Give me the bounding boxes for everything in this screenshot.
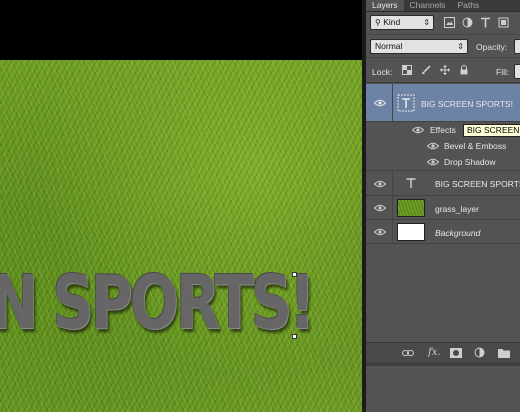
layers-list: BIG SCREEN SPORTS! Effects Bevel & Embos…: [366, 84, 520, 342]
eye-icon[interactable]: [427, 142, 439, 150]
grass-image: N SPORTS!: [0, 60, 362, 412]
adjustment-icon[interactable]: [474, 347, 485, 358]
layer-name: BIG SCREEN SPORTS!: [435, 179, 520, 189]
search-icon: ⚲: [375, 18, 381, 27]
eye-icon[interactable]: [374, 99, 386, 107]
type-layer-icon: [406, 178, 416, 188]
fill-label: Fill:: [496, 67, 510, 77]
document-canvas[interactable]: N SPORTS!: [0, 0, 366, 412]
effect-name: Bevel & Emboss: [444, 141, 507, 151]
updown-arrow-icon: ⇕: [423, 18, 430, 27]
visibility-column-divider: [392, 171, 393, 195]
canvas-text-layer[interactable]: N SPORTS!: [0, 260, 316, 346]
layer-row[interactable]: BIG SCREEN SPORTS!: [366, 171, 520, 196]
lock-row: Lock: Fill:: [366, 59, 520, 83]
mask-icon[interactable]: [450, 348, 462, 358]
opacity-label: Opacity:: [476, 42, 508, 52]
visibility-column-divider: [392, 84, 393, 121]
shape-filter-icon[interactable]: [498, 17, 509, 28]
layer-thumbnail: [397, 199, 425, 217]
filter-row: ⚲ Kind ⇕: [366, 12, 520, 34]
kind-label: Kind: [383, 17, 401, 27]
folder-icon[interactable]: [498, 348, 510, 358]
eye-icon[interactable]: [374, 204, 386, 212]
eye-icon[interactable]: [374, 180, 386, 188]
visibility-column-divider: [392, 196, 393, 219]
lock-position-move-icon[interactable]: [440, 65, 450, 75]
layer-name: grass_layer: [435, 204, 479, 214]
blend-row: Normal ⇕ Opacity:: [366, 34, 520, 58]
tab-paths[interactable]: Paths: [451, 0, 485, 11]
tab-channels[interactable]: Channels: [404, 0, 452, 11]
effect-name: Drop Shadow: [444, 157, 496, 167]
lock-transparent-icon[interactable]: [402, 65, 412, 75]
image-filter-icon[interactable]: [444, 17, 455, 28]
blend-mode-select[interactable]: Normal ⇕: [370, 39, 468, 54]
smart-object-thumbnail-icon: [397, 94, 415, 112]
eye-icon[interactable]: [412, 126, 424, 134]
layer-name: Background: [435, 228, 481, 238]
lock-all-padlock-icon[interactable]: [459, 65, 469, 75]
eye-icon[interactable]: [374, 228, 386, 236]
lock-pixels-brush-icon[interactable]: [421, 65, 431, 75]
link-icon[interactable]: [402, 349, 414, 357]
effect-row-drop-shadow[interactable]: Drop Shadow: [366, 154, 520, 171]
layer-row[interactable]: BIG SCREEN SPORTS!: [366, 84, 520, 122]
blend-mode-value: Normal: [375, 41, 403, 51]
layer-row[interactable]: Background: [366, 220, 520, 244]
layer-row[interactable]: grass_layer: [366, 196, 520, 220]
tooltip: BIG SCREEN SPORTS!: [463, 124, 520, 137]
eye-icon[interactable]: [427, 158, 439, 166]
type-filter-icon[interactable]: [480, 17, 491, 28]
opacity-field[interactable]: [514, 39, 520, 54]
adjustment-filter-icon[interactable]: [462, 17, 473, 28]
transform-handle[interactable]: [292, 272, 297, 277]
layer-thumbnail: [397, 223, 425, 241]
kind-filter-select[interactable]: ⚲ Kind ⇕: [370, 15, 434, 30]
panel-tabs: Layers Channels Paths: [366, 0, 520, 12]
effects-label: Effects: [430, 125, 456, 135]
fx-icon[interactable]: fx.: [428, 347, 441, 359]
tab-layers[interactable]: Layers: [366, 0, 404, 11]
transform-handle[interactable]: [292, 334, 297, 339]
panel-footer: [366, 362, 520, 412]
layers-bottom-bar: fx.: [366, 342, 520, 362]
layers-panel: Layers Channels Paths ⚲ Kind ⇕ Normal ⇕ …: [366, 0, 520, 412]
lock-label: Lock:: [372, 67, 393, 77]
fill-field[interactable]: [514, 64, 520, 79]
effect-row-bevel[interactable]: Bevel & Emboss: [366, 138, 520, 154]
panel-grip[interactable]: [366, 362, 520, 366]
layer-name: BIG SCREEN SPORTS!: [421, 99, 513, 109]
visibility-column-divider: [392, 220, 393, 243]
updown-arrow-icon: ⇕: [457, 42, 464, 51]
